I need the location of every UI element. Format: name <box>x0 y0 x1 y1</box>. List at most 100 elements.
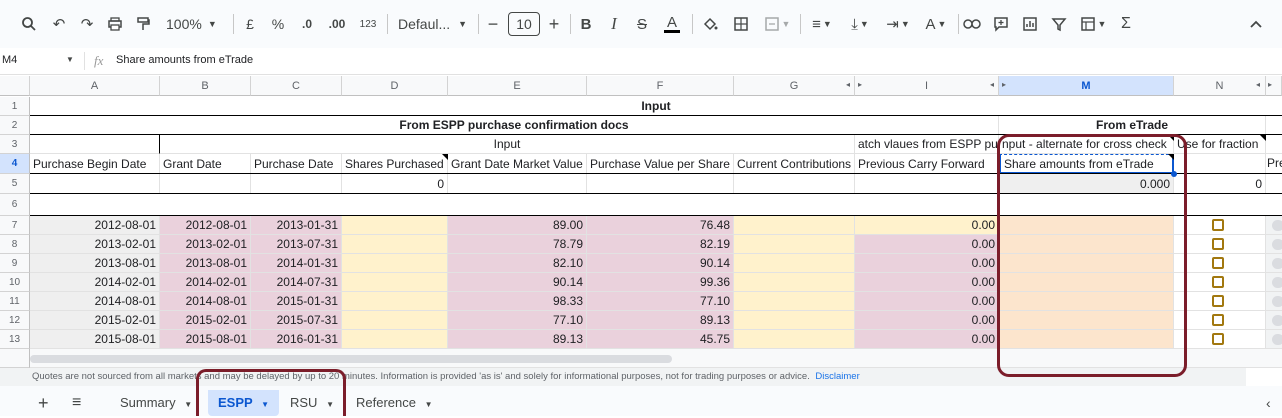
all-sheets-button[interactable]: ≡ <box>62 390 91 416</box>
purchase-value-cell[interactable]: 89.13 <box>587 311 734 330</box>
insert-link-icon[interactable] <box>962 12 982 36</box>
toggle-cell[interactable] <box>1266 235 1282 254</box>
toggle-icon[interactable] <box>1272 315 1282 326</box>
toggle-icon[interactable] <box>1272 239 1282 250</box>
filter-icon[interactable] <box>1049 12 1069 36</box>
input-cell[interactable] <box>342 254 448 273</box>
insert-chart-icon[interactable] <box>1020 12 1040 36</box>
toggle-cell[interactable] <box>1266 292 1282 311</box>
grant-market-value-cell[interactable]: 78.79 <box>448 235 587 254</box>
borders-icon[interactable] <box>731 12 751 36</box>
decrease-decimal-button[interactable]: .0 <box>296 12 318 36</box>
column-header-g[interactable]: G <box>734 76 855 96</box>
horizontal-align-icon[interactable]: ≡ ▼ <box>806 12 838 36</box>
input-subheader[interactable]: Input <box>160 135 855 154</box>
input-cell[interactable] <box>734 311 855 330</box>
purchase-begin-cell[interactable]: 2013-02-01 <box>30 235 160 254</box>
fraction-checkbox[interactable] <box>1212 238 1224 250</box>
purchase-value-cell[interactable]: 45.75 <box>587 330 734 349</box>
grant-date-cell[interactable]: 2015-08-01 <box>160 330 251 349</box>
shares-total-cell[interactable]: 0 <box>342 174 448 194</box>
grant-date-cell[interactable]: 2013-08-01 <box>160 254 251 273</box>
hidden-columns-right-arrow[interactable]: ▸ <box>1002 80 1006 89</box>
fraction-cell[interactable] <box>1174 235 1266 254</box>
bold-button[interactable]: B <box>577 12 595 36</box>
column-header-e[interactable]: E <box>448 76 587 96</box>
grant-market-value-cell[interactable]: 77.10 <box>448 311 587 330</box>
zoom-select[interactable]: 100% ▼ <box>166 12 228 36</box>
carry-forward-cell[interactable]: 0.00 <box>855 254 999 273</box>
purchase-date-cell[interactable]: 2016-01-31 <box>251 330 342 349</box>
number-format-button[interactable]: 123 <box>356 12 380 36</box>
fraction-cell[interactable] <box>1174 254 1266 273</box>
purchase-begin-cell[interactable]: 2012-08-01 <box>30 216 160 235</box>
grant-date-header[interactable]: Grant Date <box>160 154 251 174</box>
etrade-header[interactable]: From eTrade <box>999 116 1266 135</box>
grant-market-value-header[interactable]: Grant Date Market Value <box>448 154 587 174</box>
toggle-icon[interactable] <box>1272 334 1282 345</box>
name-box[interactable]: M4 <box>2 54 62 66</box>
functions-icon[interactable]: Σ <box>1117 12 1135 36</box>
grant-market-value-cell[interactable]: 89.00 <box>448 216 587 235</box>
purchase-value-cell[interactable]: 77.10 <box>587 292 734 311</box>
insert-comment-icon[interactable] <box>991 12 1011 36</box>
input-cell[interactable] <box>734 216 855 235</box>
column-header-d[interactable]: D <box>342 76 448 96</box>
row-header[interactable]: 11 <box>0 292 30 311</box>
carry-forward-cell[interactable]: 0.00 <box>855 235 999 254</box>
toggle-cell[interactable] <box>1266 216 1282 235</box>
tab-reference[interactable]: Reference ▼ <box>346 390 443 416</box>
grant-date-cell[interactable]: 2012-08-01 <box>160 216 251 235</box>
hidden-columns-left-arrow[interactable]: ◂ <box>1256 80 1260 89</box>
carry-forward-cell[interactable]: 0.00 <box>855 311 999 330</box>
hidden-columns-left-arrow[interactable]: ◂ <box>990 80 994 89</box>
undo-icon[interactable]: ↶ <box>48 12 70 36</box>
carry-forward-cell[interactable]: 0.00 <box>855 216 999 235</box>
purchase-date-cell[interactable]: 2013-07-31 <box>251 235 342 254</box>
fraction-cell[interactable] <box>1174 216 1266 235</box>
row-header[interactable]: 2 <box>0 116 30 135</box>
italic-button[interactable]: I <box>605 12 623 36</box>
input-title[interactable]: Input <box>30 97 1282 116</box>
print-icon[interactable] <box>104 12 126 36</box>
purchase-begin-cell[interactable]: 2013-08-01 <box>30 254 160 273</box>
purchase-date-header[interactable]: Purchase Date <box>251 154 342 174</box>
fraction-checkbox[interactable] <box>1212 333 1224 345</box>
formula-input[interactable]: Share amounts from eTrade <box>116 54 253 66</box>
input-cell[interactable] <box>734 254 855 273</box>
purchase-date-cell[interactable]: 2014-01-31 <box>251 254 342 273</box>
row-header[interactable]: 3 <box>0 135 30 154</box>
grant-date-cell[interactable]: 2015-02-01 <box>160 311 251 330</box>
column-header-i[interactable]: I <box>855 76 999 96</box>
increase-decimal-button[interactable]: .00 <box>326 12 348 36</box>
column-header-n[interactable]: N <box>1174 76 1266 96</box>
carry-forward-cell[interactable]: 0.00 <box>855 330 999 349</box>
redo-icon[interactable]: ↷ <box>76 12 98 36</box>
purchase-begin-cell[interactable]: 2015-08-01 <box>30 330 160 349</box>
fraction-cell[interactable] <box>1174 273 1266 292</box>
column-header-b[interactable]: B <box>160 76 251 96</box>
fraction-cell[interactable] <box>1174 292 1266 311</box>
toggle-cell[interactable] <box>1266 254 1282 273</box>
increase-font-size-button[interactable]: + <box>545 12 563 36</box>
tab-summary[interactable]: Summary ▼ <box>110 390 202 416</box>
purchase-begin-cell[interactable]: 2014-02-01 <box>30 273 160 292</box>
purchase-begin-cell[interactable]: 2015-02-01 <box>30 311 160 330</box>
carry-forward-cell[interactable]: 0.00 <box>855 292 999 311</box>
grant-market-value-cell[interactable]: 89.13 <box>448 330 587 349</box>
purchase-value-cell[interactable]: 76.48 <box>587 216 734 235</box>
fraction-cell[interactable] <box>1174 311 1266 330</box>
toggle-cell[interactable] <box>1266 330 1282 349</box>
purchase-date-cell[interactable]: 2013-01-31 <box>251 216 342 235</box>
grant-market-value-cell[interactable]: 90.14 <box>448 273 587 292</box>
carry-forward-cell[interactable]: 0.00 <box>855 273 999 292</box>
toggle-icon[interactable] <box>1272 277 1282 288</box>
input-cell[interactable] <box>734 330 855 349</box>
column-header-f[interactable]: F <box>587 76 734 96</box>
font-select[interactable]: Defaul... ▼ <box>398 12 468 36</box>
collapse-sidebar-icon[interactable]: ‹ <box>1256 390 1281 416</box>
fill-color-icon[interactable] <box>700 12 720 36</box>
text-rotation-icon[interactable]: A ▼ <box>920 12 952 36</box>
column-header-a[interactable]: A <box>30 76 160 96</box>
column-header-c[interactable]: C <box>251 76 342 96</box>
